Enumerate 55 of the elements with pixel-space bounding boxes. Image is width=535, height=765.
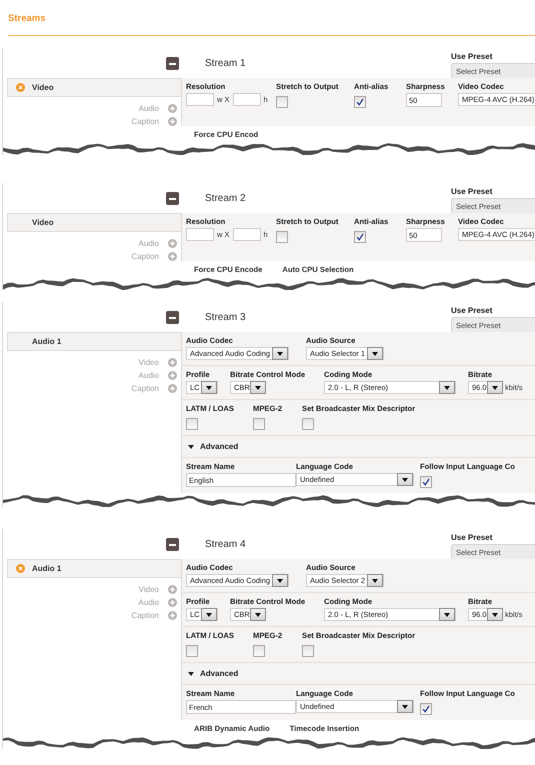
checkbox[interactable] xyxy=(186,645,198,657)
stream-title: Stream 3 xyxy=(205,312,247,323)
sidebar-header[interactable]: Video xyxy=(7,78,181,97)
add-icon xyxy=(168,117,177,126)
checkbox[interactable] xyxy=(276,96,288,108)
field-label: Use Preset xyxy=(451,187,492,196)
add-icon xyxy=(168,358,177,367)
sidebar-header-label: Video xyxy=(32,218,54,227)
field-label: Use Preset xyxy=(451,52,492,61)
page-title: Streams xyxy=(8,13,46,24)
remove-icon[interactable] xyxy=(16,564,25,573)
add-icon xyxy=(168,104,177,113)
add-icon xyxy=(168,252,177,261)
stream-title: Stream 4 xyxy=(205,539,247,550)
checkbox[interactable] xyxy=(276,231,288,243)
checkmark-icon xyxy=(422,705,430,713)
height-input[interactable] xyxy=(232,228,261,241)
sidebar-header-label: Video xyxy=(32,83,54,92)
add-icon xyxy=(168,239,177,248)
section-toggle[interactable]: Advanced xyxy=(188,669,238,678)
sidebar-header-label: Audio 1 xyxy=(32,337,62,346)
remove-icon[interactable] xyxy=(16,83,25,92)
sidebar-header-label: Audio 1 xyxy=(32,564,62,573)
collapse-button[interactable] xyxy=(166,57,179,70)
sidebar-header[interactable]: Audio 1 xyxy=(7,559,181,578)
checkmark-icon xyxy=(356,233,364,241)
checkbox[interactable] xyxy=(186,418,198,430)
stream-title: Stream 2 xyxy=(205,193,247,204)
checkmark-icon xyxy=(422,478,430,486)
checkmark-icon xyxy=(356,98,364,106)
checkbox[interactable] xyxy=(420,476,432,488)
add-icon xyxy=(168,384,177,393)
field-label: Use Preset xyxy=(451,533,492,542)
add-icon xyxy=(168,371,177,380)
checkbox[interactable] xyxy=(253,418,265,430)
add-icon xyxy=(168,598,177,607)
checkbox[interactable] xyxy=(420,703,432,715)
section-toggle[interactable]: Advanced xyxy=(188,442,238,451)
checkbox[interactable] xyxy=(302,418,314,430)
checkbox[interactable] xyxy=(354,96,366,108)
field-label: Use Preset xyxy=(451,306,492,315)
height-input[interactable] xyxy=(232,93,261,106)
sidebar-header[interactable]: Video xyxy=(7,213,181,232)
checkbox[interactable] xyxy=(302,645,314,657)
checkbox[interactable] xyxy=(354,231,366,243)
sidebar-header[interactable]: Audio 1 xyxy=(7,332,181,351)
stream-title: Stream 1 xyxy=(205,58,247,69)
collapse-button[interactable] xyxy=(166,192,179,205)
collapse-button[interactable] xyxy=(166,538,179,551)
collapse-button[interactable] xyxy=(166,311,179,324)
width-input[interactable] xyxy=(186,93,214,106)
width-input[interactable] xyxy=(186,228,214,241)
checkbox[interactable] xyxy=(253,645,265,657)
add-icon xyxy=(168,585,177,594)
add-icon xyxy=(168,611,177,620)
